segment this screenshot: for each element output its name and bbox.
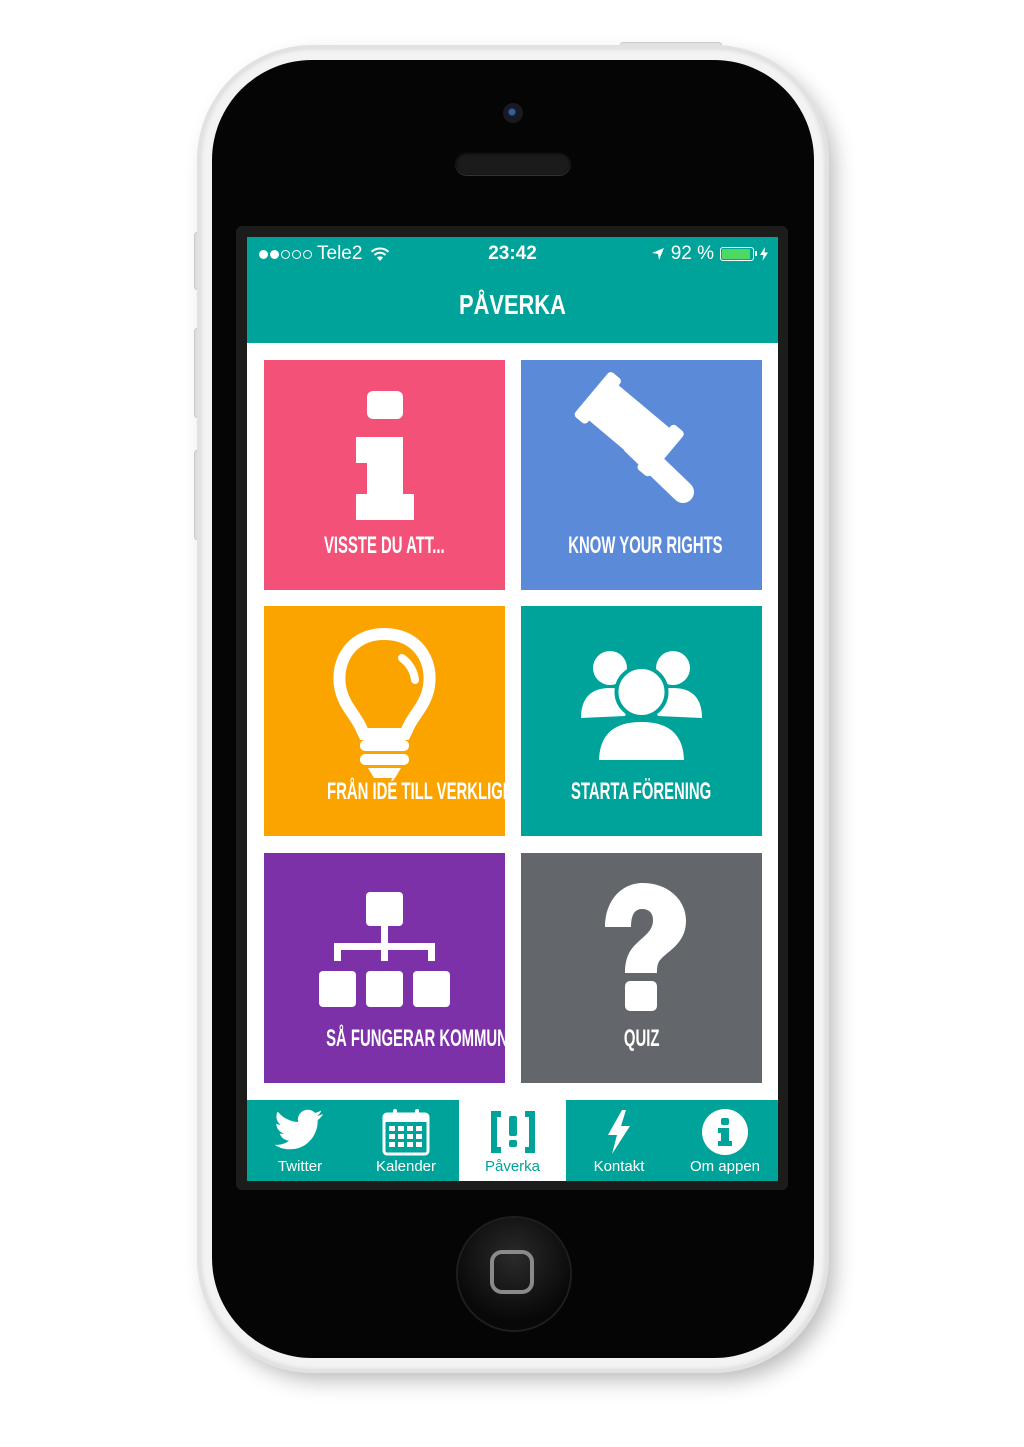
app-display: Tele2 23:42 92 % PÅVERKA VISSTE DU ATT..… xyxy=(247,237,778,1181)
location-arrow-icon xyxy=(651,248,664,260)
nav-bar: PÅVERKA xyxy=(247,271,778,343)
tile-visste-du-att[interactable]: VISSTE DU ATT... xyxy=(264,360,505,590)
tile-label: SÅ FUNGERAR KOMMUNEN xyxy=(326,1025,529,1052)
page-title: PÅVERKA xyxy=(459,289,566,320)
charging-bolt-icon xyxy=(760,247,768,261)
tab-paverka[interactable]: Påverka xyxy=(459,1100,566,1181)
tab-twitter[interactable]: Twitter xyxy=(247,1100,353,1181)
paverka-icon xyxy=(491,1111,535,1153)
front-camera xyxy=(503,103,523,123)
tile-label: QUIZ xyxy=(623,1025,660,1052)
tile-starta-forening[interactable]: STARTA FÖRENING xyxy=(521,606,762,836)
tile-label: KNOW YOUR RIGHTS xyxy=(568,532,723,559)
tab-kontakt[interactable]: Kontakt xyxy=(566,1100,672,1181)
tile-label: FRÅN IDÉ TILL VERKLIGHET xyxy=(326,778,533,805)
tab-label: Påverka xyxy=(484,1158,541,1175)
lightning-icon xyxy=(608,1110,630,1154)
tab-label: Om appen xyxy=(689,1158,761,1175)
tab-kalender[interactable]: Kalender xyxy=(353,1100,459,1181)
status-bar: Tele2 23:42 92 % xyxy=(247,237,778,271)
tile-label: VISSTE DU ATT... xyxy=(324,532,445,559)
calendar-icon xyxy=(382,1109,430,1156)
battery-icon xyxy=(720,247,757,261)
info-circle-icon xyxy=(702,1109,748,1155)
twitter-icon xyxy=(275,1109,323,1150)
tile-quiz[interactable]: QUIZ xyxy=(521,853,762,1083)
tab-label: Twitter xyxy=(277,1158,323,1175)
tab-label: Kalender xyxy=(375,1158,437,1175)
tile-know-your-rights[interactable]: KNOW YOUR RIGHTS xyxy=(521,360,762,590)
tab-label: Kontakt xyxy=(593,1158,645,1175)
home-button[interactable] xyxy=(458,1218,570,1330)
earpiece-speaker xyxy=(455,151,571,175)
status-right: 92 % xyxy=(651,237,768,271)
tile-sa-fungerar-kommunen[interactable]: SÅ FUNGERAR KOMMUNEN xyxy=(264,853,529,1083)
tab-bar: Twitter Kalender Påverka Kontakt Om appe… xyxy=(247,1100,778,1181)
tile-fran-ide-till-verklighet[interactable]: FRÅN IDÉ TILL VERKLIGHET xyxy=(264,606,533,836)
tile-label: STARTA FÖRENING xyxy=(571,778,712,805)
battery-percent: 92 % xyxy=(670,243,714,264)
tab-om-appen[interactable]: Om appen xyxy=(672,1100,778,1181)
home-square-icon xyxy=(490,1250,534,1294)
